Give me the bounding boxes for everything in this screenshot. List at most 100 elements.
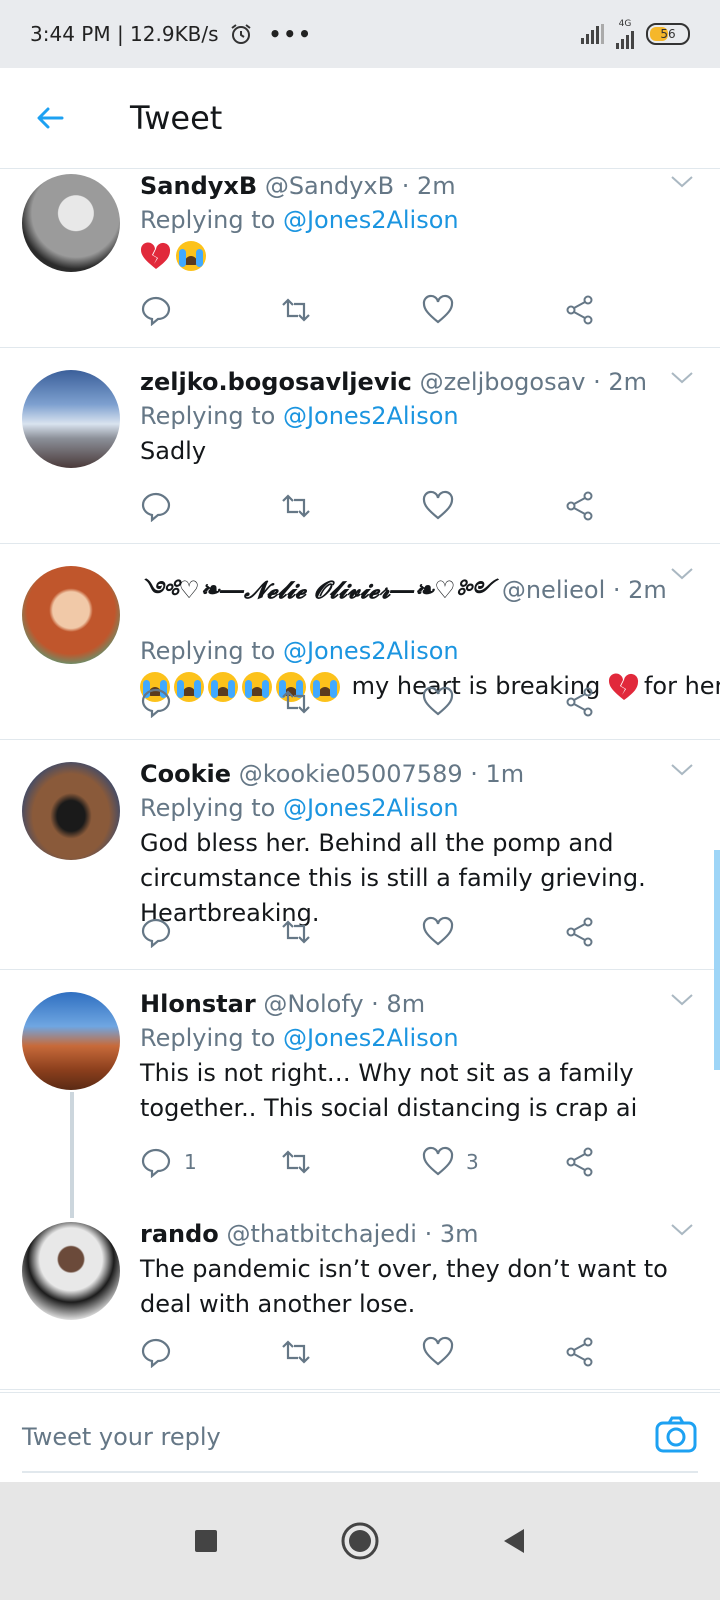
author-handle: @kookie05007589 · 1m xyxy=(238,760,525,788)
replying-label: Replying to xyxy=(140,402,276,430)
chevron-down-icon[interactable] xyxy=(670,566,694,582)
heart-icon xyxy=(422,916,454,946)
author-name: ༺♡❧―𝓝𝓮𝓵𝓲𝓮 𝓞𝓵𝓲𝓿𝓲𝓮𝓻―❧♡༻ xyxy=(140,575,495,604)
tweet[interactable]: rando @thatbitchajedi · 3m The pandemic … xyxy=(0,1218,720,1390)
author-name: Cookie xyxy=(140,760,232,788)
more-notifications-icon: ••• xyxy=(268,22,313,46)
reply-button[interactable]: 1 xyxy=(140,1146,197,1178)
mention-link[interactable]: @Jones2Alison xyxy=(283,637,459,665)
mention-link[interactable]: @Jones2Alison xyxy=(283,794,459,822)
tweet[interactable]: ༺♡❧―𝓝𝓮𝓵𝓲𝓮 𝓞𝓵𝓲𝓿𝓲𝓮𝓻―❧♡༻ @nelieol · 2m Repl… xyxy=(0,544,720,740)
tweet[interactable]: SandyxB @SandyxB · 2m Replying to @Jones… xyxy=(0,168,720,348)
tweet[interactable]: zeljko.bogosavljevic @zeljbogosav · 2m R… xyxy=(0,348,720,544)
replying-label: Replying to xyxy=(140,794,276,822)
share-icon xyxy=(566,295,593,325)
like-button[interactable] xyxy=(422,294,454,326)
retweet-button[interactable] xyxy=(280,916,312,948)
alarm-icon xyxy=(230,24,251,44)
like-button[interactable] xyxy=(422,916,454,948)
back-button[interactable] xyxy=(20,88,80,148)
chevron-down-icon[interactable] xyxy=(670,174,694,190)
scrollbar[interactable] xyxy=(714,850,720,1070)
camera-icon[interactable] xyxy=(654,1413,698,1457)
square-icon xyxy=(195,1530,217,1552)
retweet-button[interactable] xyxy=(280,686,312,718)
avatar[interactable] xyxy=(22,992,120,1090)
avatar[interactable] xyxy=(22,762,120,860)
system-nav-bar xyxy=(0,1482,720,1600)
broken-heart-emoji xyxy=(140,242,171,269)
circle-icon xyxy=(341,1522,379,1560)
chevron-down-icon[interactable] xyxy=(670,762,694,778)
status-bar: 3:44 PM | 12.9KB/s ••• 4G 56 xyxy=(0,0,720,68)
author-handle: @thatbitchajedi · 3m xyxy=(226,1220,479,1248)
reply-icon xyxy=(141,918,171,948)
reply-icon xyxy=(141,1338,171,1368)
mention-link[interactable]: @Jones2Alison xyxy=(283,1024,459,1052)
share-button[interactable] xyxy=(564,916,596,948)
author-name: SandyxB xyxy=(140,172,258,200)
home-button[interactable] xyxy=(338,1519,382,1563)
like-button[interactable] xyxy=(422,686,454,718)
share-button[interactable] xyxy=(564,1336,596,1368)
tweet[interactable]: Hlonstar @Nolofy · 8m Replying to @Jones… xyxy=(0,970,720,1200)
heart-icon xyxy=(422,1336,454,1366)
share-button[interactable] xyxy=(564,490,596,522)
signal-icon-2 xyxy=(616,29,634,49)
tweet[interactable]: Cookie @kookie05007589 · 1m Replying to … xyxy=(0,740,720,970)
retweet-button[interactable] xyxy=(280,490,312,522)
author-name: zeljko.bogosavljevic xyxy=(140,368,412,396)
network-type: 4G xyxy=(618,18,632,29)
retweet-icon xyxy=(282,920,310,944)
tweet-text: Sadly xyxy=(140,437,207,465)
avatar[interactable] xyxy=(22,174,120,272)
reply-icon xyxy=(141,492,171,522)
share-button[interactable] xyxy=(564,1146,596,1178)
like-button[interactable] xyxy=(422,1336,454,1368)
avatar[interactable] xyxy=(22,1222,120,1320)
tweet-text-part: for her xyxy=(643,672,720,700)
share-icon xyxy=(566,1147,593,1177)
author-handle: @Nolofy · 8m xyxy=(263,990,426,1018)
reply-button[interactable] xyxy=(140,294,172,326)
tweet-text xyxy=(140,238,680,273)
retweet-icon xyxy=(282,1150,310,1174)
retweet-button[interactable] xyxy=(280,294,312,326)
avatar[interactable] xyxy=(22,566,120,664)
chevron-down-icon[interactable] xyxy=(670,370,694,386)
reply-button[interactable] xyxy=(140,490,172,522)
replying-label: Replying to xyxy=(140,637,276,665)
reply-count: 1 xyxy=(184,1150,197,1174)
back-nav-button[interactable] xyxy=(492,1519,536,1563)
reply-icon xyxy=(141,1148,171,1178)
mention-link[interactable]: @Jones2Alison xyxy=(283,402,459,430)
share-button[interactable] xyxy=(564,294,596,326)
reply-button[interactable] xyxy=(140,1336,172,1368)
like-button[interactable]: 3 xyxy=(422,1146,479,1178)
crying-face-emoji xyxy=(176,241,206,271)
reply-input[interactable]: Tweet your reply xyxy=(22,1423,221,1451)
author-name: rando xyxy=(140,1220,219,1248)
triangle-back-icon xyxy=(504,1529,524,1553)
like-count: 3 xyxy=(466,1150,479,1174)
replying-label: Replying to xyxy=(140,206,276,234)
mention-link[interactable]: @Jones2Alison xyxy=(283,206,459,234)
heart-icon xyxy=(422,490,454,520)
chevron-down-icon[interactable] xyxy=(670,1222,694,1238)
tweet-text: The pandemic isn’t over, they don’t want… xyxy=(140,1255,668,1318)
reply-icon xyxy=(141,296,171,326)
share-icon xyxy=(566,491,593,521)
share-button[interactable] xyxy=(564,686,596,718)
back-arrow-icon xyxy=(37,107,64,129)
retweet-icon xyxy=(282,690,310,714)
avatar[interactable] xyxy=(22,370,120,468)
reply-composer: Tweet your reply xyxy=(0,1392,720,1483)
recents-button[interactable] xyxy=(184,1519,228,1563)
chevron-down-icon[interactable] xyxy=(670,992,694,1008)
like-button[interactable] xyxy=(422,490,454,522)
reply-button[interactable] xyxy=(140,916,172,948)
reply-button[interactable] xyxy=(140,686,172,718)
replying-label: Replying to xyxy=(140,1024,276,1052)
retweet-button[interactable] xyxy=(280,1336,312,1368)
retweet-button[interactable] xyxy=(280,1146,312,1178)
